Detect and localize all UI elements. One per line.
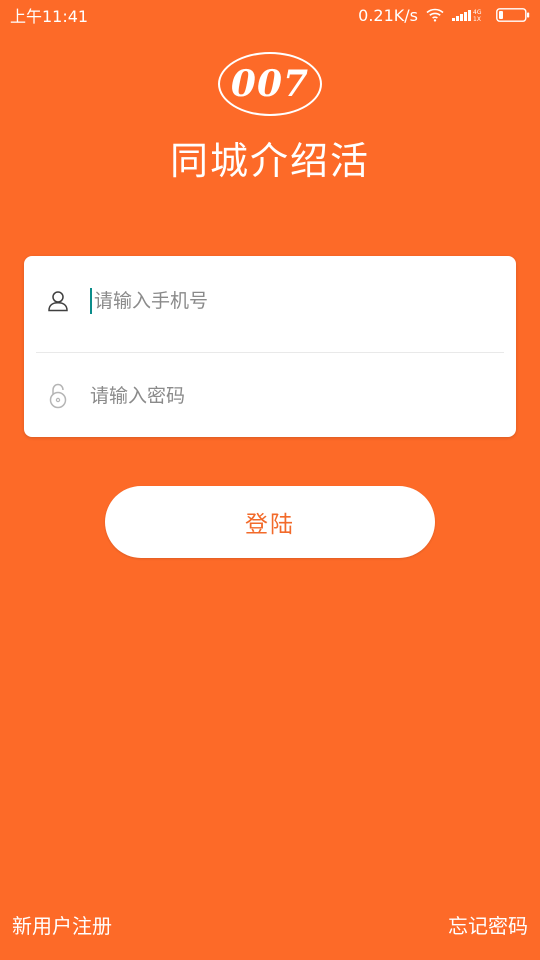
- app-logo: 007: [218, 52, 322, 116]
- signal-icon: 4G 1X: [452, 8, 488, 22]
- password-field-row: [24, 351, 516, 441]
- status-right: 0.21K/s 4G 1X: [358, 6, 530, 25]
- user-icon: [46, 288, 70, 314]
- login-card: [24, 256, 516, 437]
- network-speed: 0.21K/s: [358, 5, 418, 25]
- logo-wrap: 007: [0, 52, 540, 116]
- app-name: 同城介绍活: [169, 139, 370, 183]
- network-type-bottom: 1X: [473, 16, 481, 22]
- lock-icon: [46, 383, 70, 409]
- forgot-password-link[interactable]: 忘记密码: [448, 910, 528, 939]
- status-left: 上午11:41: [10, 3, 88, 27]
- status-bar: 上午11:41 0.21K/s 4G 1X: [0, 0, 540, 30]
- phone-input[interactable]: [94, 290, 454, 312]
- password-input[interactable]: [90, 385, 450, 407]
- register-link[interactable]: 新用户注册: [12, 910, 112, 939]
- network-type-top: 4G: [473, 9, 482, 16]
- battery-icon: [496, 8, 530, 22]
- login-button[interactable]: 登陆: [105, 486, 435, 558]
- phone-field-row: [24, 256, 516, 346]
- phone-input-wrap: [90, 288, 454, 314]
- text-caret: [90, 288, 92, 314]
- wifi-icon: [426, 8, 444, 22]
- status-time: 上午11:41: [10, 7, 89, 26]
